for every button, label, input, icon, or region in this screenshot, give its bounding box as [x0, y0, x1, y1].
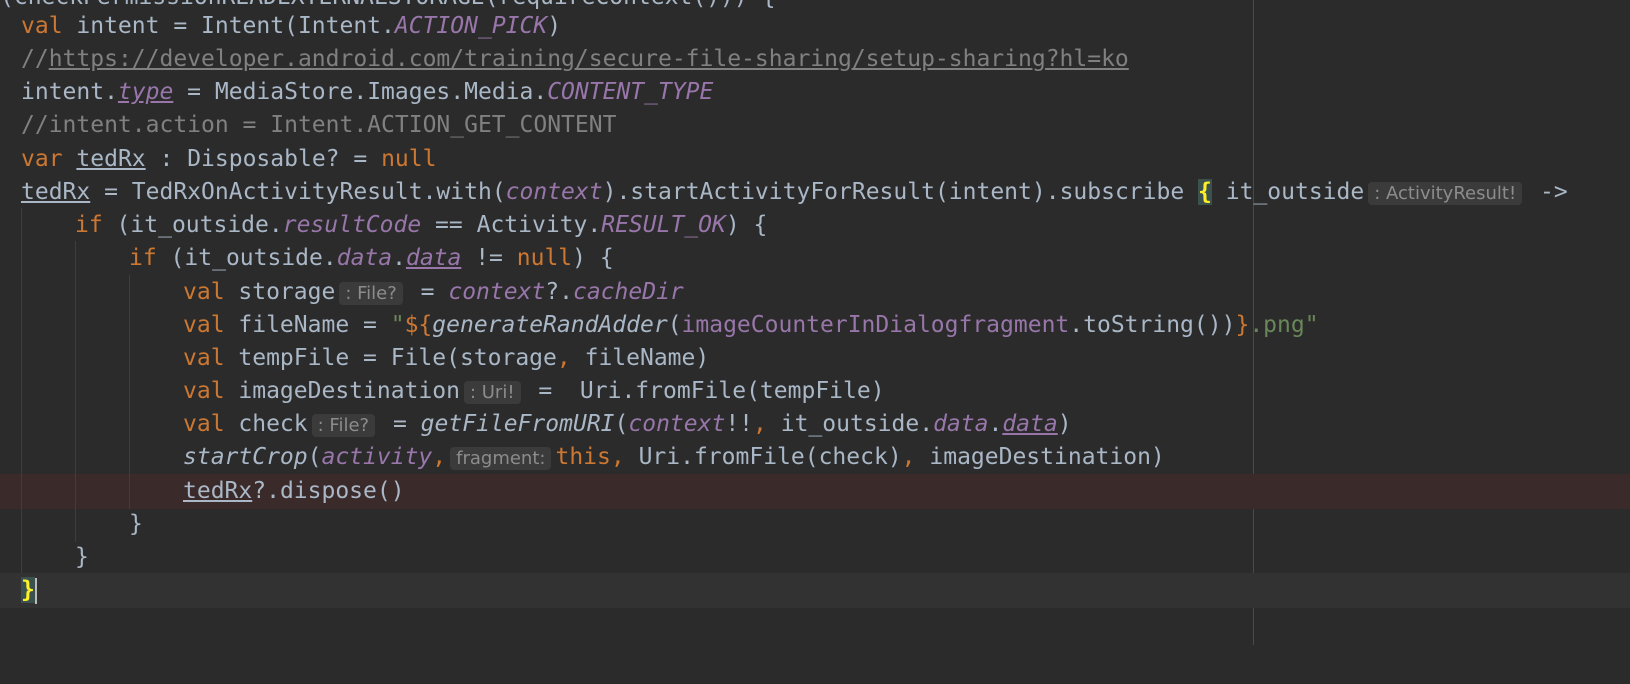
type-hint: : File? [311, 414, 376, 437]
code-line[interactable]: var tedRx : Disposable? = null [0, 142, 1630, 177]
indent-guide [21, 374, 22, 409]
text-caret [34, 577, 37, 604]
indent-guide [75, 308, 76, 343]
code-line-highlighted[interactable]: tedRx?.dispose() [0, 474, 1630, 509]
indent-guide [21, 308, 22, 343]
indent-guide [75, 474, 76, 509]
indent-guide [21, 341, 22, 376]
code-line[interactable]: } [0, 540, 1630, 575]
indent-guide [21, 474, 22, 509]
indent-guide [129, 275, 130, 310]
matched-brace: } [21, 577, 35, 603]
indent-guide [21, 208, 22, 243]
code-line[interactable]: tedRx = TedRxOnActivityResult.with(conte… [0, 175, 1630, 210]
indent-guide [21, 540, 22, 575]
type-hint: : Uri! [463, 381, 521, 404]
indent-guide [75, 241, 76, 276]
indent-guide [129, 407, 130, 442]
indent-guide [75, 507, 76, 542]
indent-guide [21, 440, 22, 475]
type-hint: : ActivityResult! [1368, 182, 1523, 205]
code-line[interactable]: //intent.action = Intent.ACTION_GET_CONT… [0, 108, 1630, 143]
code-line[interactable]: val intent = Intent(Intent.ACTION_PICK) [0, 9, 1630, 44]
indent-guide [21, 507, 22, 542]
code-line[interactable]: //https://developer.android.com/training… [0, 42, 1630, 77]
code-line[interactable]: val check: File? = getFileFromURI(contex… [0, 407, 1630, 442]
indent-guide [75, 407, 76, 442]
code-line[interactable]: } [0, 507, 1630, 542]
code-line[interactable]: val storage: File? = context?.cacheDir [0, 275, 1630, 310]
code-line-current[interactable]: } [0, 573, 1630, 608]
url-link[interactable]: https://developer.android.com/training/s… [49, 46, 1129, 72]
indent-guide [75, 341, 76, 376]
indent-guide [129, 440, 130, 475]
code-line[interactable]: val tempFile = File(storage, fileName) [0, 341, 1630, 376]
indent-guide [75, 275, 76, 310]
code-editor[interactable]: (checkPermissionREADEXTERNALSTORAGE(requ… [0, 0, 1630, 645]
matched-brace: { [1198, 179, 1212, 205]
indent-guide [21, 241, 22, 276]
keyword: val [21, 13, 63, 39]
indent-guide [75, 440, 76, 475]
type-hint: : File? [339, 282, 403, 305]
code-line[interactable]: if (it_outside.data.data != null) { [0, 241, 1630, 276]
code-line[interactable]: startCrop(activity, fragment: this, Uri.fr… [0, 440, 1630, 475]
indent-guide [129, 341, 130, 376]
indent-guide [21, 407, 22, 442]
parameter-hint: fragment: [450, 447, 552, 470]
indent-guide [129, 308, 130, 343]
indent-guide [129, 374, 130, 409]
code-line[interactable]: if (it_outside.resultCode == Activity.RE… [0, 208, 1630, 243]
code-line[interactable]: val fileName = "${generateRandAdder(imag… [0, 308, 1630, 343]
indent-guide [21, 275, 22, 310]
indent-guide [129, 474, 130, 509]
code-line[interactable]: intent.type = MediaStore.Images.Media.CO… [0, 75, 1630, 110]
code-line[interactable]: val imageDestination: Uri! = Uri.fromFil… [0, 374, 1630, 409]
comment: //intent.action = Intent.ACTION_GET_CONT… [21, 112, 617, 138]
indent-guide [75, 374, 76, 409]
